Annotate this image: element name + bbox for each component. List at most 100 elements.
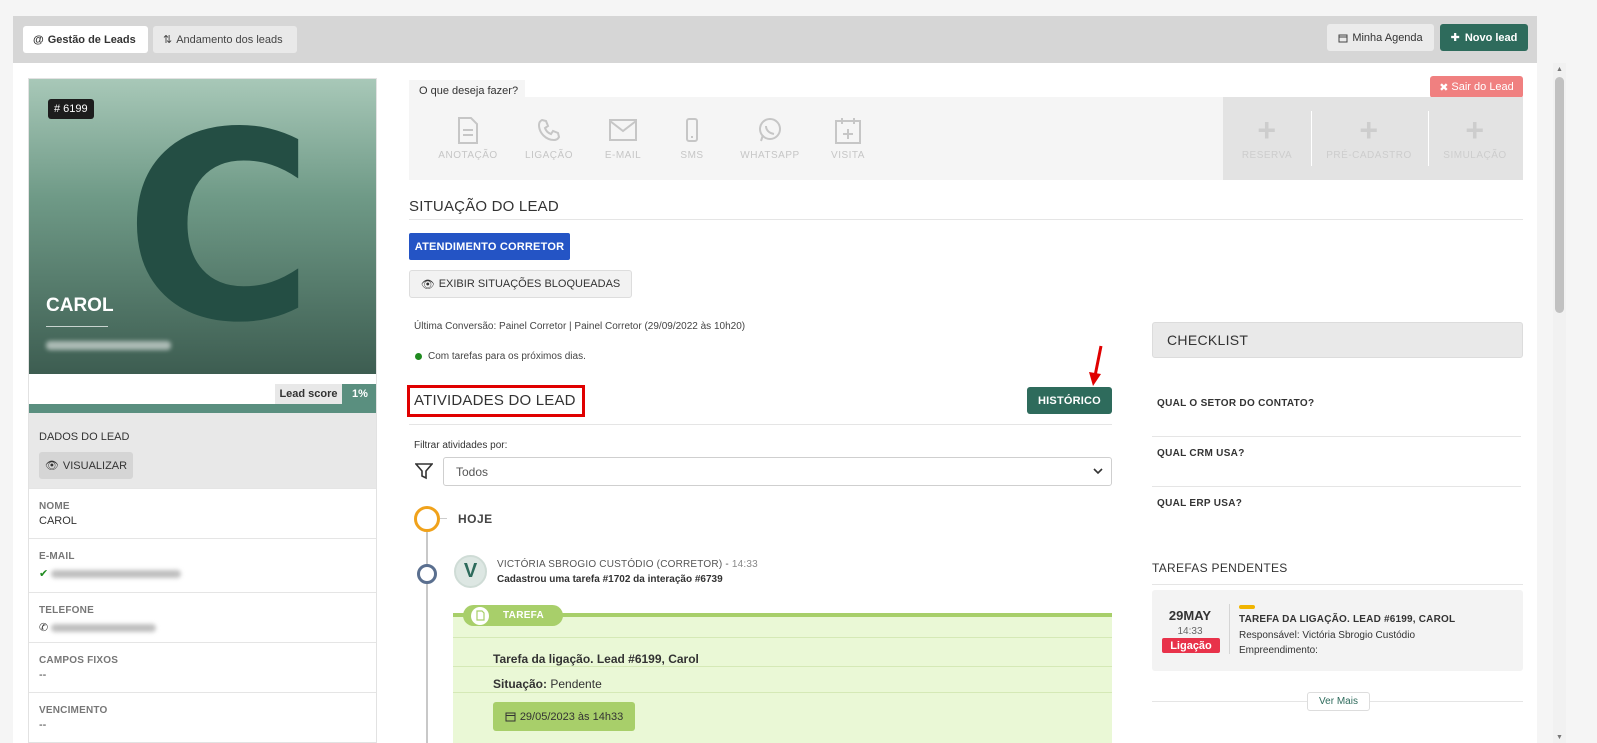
- tab-andamento-dos-leads[interactable]: ⇅ Andamento dos leads: [153, 26, 297, 53]
- plus-icon: +: [1257, 112, 1277, 148]
- lead-score-bar: [29, 404, 376, 413]
- minha-agenda-button[interactable]: Minha Agenda: [1327, 24, 1434, 51]
- field-telefone: TELEFONE ✆: [29, 592, 376, 642]
- action-ligacao[interactable]: LIGAÇÃO: [521, 115, 577, 161]
- blurred-email-value: [51, 570, 182, 579]
- scroll-down-icon[interactable]: ▼: [1553, 731, 1566, 743]
- task-pill: TAREFA: [463, 605, 563, 626]
- pending-task-badge: Ligação: [1162, 638, 1220, 653]
- status-dot-icon: [415, 353, 422, 360]
- scroll-thumb[interactable]: [1555, 77, 1564, 313]
- action-sms[interactable]: SMS: [672, 115, 712, 161]
- main-frame: @ Gestão de Leads ⇅ Andamento dos leads …: [13, 16, 1537, 743]
- avatar: V: [454, 555, 487, 588]
- eye-icon: 👁: [44, 460, 59, 472]
- top-bar: @ Gestão de Leads ⇅ Andamento dos leads …: [13, 16, 1537, 63]
- eye-icon: 👁: [420, 278, 435, 291]
- exibir-situacoes-bloqueadas-button[interactable]: 👁 EXIBIR SITUAÇÕES BLOQUEADAS: [409, 270, 632, 298]
- task-situacao: Situação: Pendente: [493, 677, 602, 691]
- dados-do-lead-section: DADOS DO LEAD 👁 VISUALIZAR: [29, 413, 376, 488]
- actions-right-panel: + RESERVA + PRÉ-CADASTRO + SIMULAÇÃO: [1223, 97, 1523, 180]
- checklist-question[interactable]: QUAL ERP USA?: [1157, 498, 1242, 509]
- sair-do-lead-button[interactable]: ✖ Sair do Lead: [1430, 76, 1523, 98]
- phone-icon: ✆: [39, 622, 49, 634]
- action-prompt-tab: O que deseja fazer?: [409, 80, 525, 102]
- checklist-header: CHECKLIST: [1152, 322, 1523, 358]
- pending-task-title: TAREFA DA LIGAÇÃO. LEAD #6199, CAROL: [1239, 614, 1456, 625]
- checklist-question[interactable]: QUAL CRM USA?: [1157, 448, 1245, 459]
- pending-task-day: 29MAY: [1168, 608, 1212, 623]
- pending-task-responsavel: Responsável: Victória Sbrogio Custódio: [1239, 630, 1416, 641]
- action-whatsapp[interactable]: WHATSAPP: [737, 115, 803, 161]
- lead-initial: C: [124, 78, 315, 380]
- tasks-status: Com tarefas para os próximos dias.: [415, 351, 586, 362]
- last-conversion: Última Conversão: Painel Corretor | Pain…: [414, 321, 746, 332]
- today-label: HOJE: [458, 512, 493, 526]
- scrollbar[interactable]: ▲ ▼: [1553, 63, 1566, 743]
- calendar-plus-icon: [835, 117, 861, 144]
- field-campos-fixos: CAMPOS FIXOS --: [29, 642, 376, 692]
- chevron-down-icon: [1093, 468, 1103, 475]
- plus-icon: +: [1359, 112, 1379, 148]
- note-icon: [458, 116, 478, 144]
- pending-task-card[interactable]: 29MAY 14:33 Ligação TAREFA DA LIGAÇÃO. L…: [1152, 590, 1523, 671]
- visualizar-button[interactable]: 👁 VISUALIZAR: [39, 452, 133, 479]
- calendar-icon: [505, 712, 516, 722]
- tarefas-pendentes-title: TAREFAS PENDENTES: [1152, 561, 1288, 575]
- dados-title: DADOS DO LEAD: [39, 431, 130, 443]
- lead-hero: # 6199 C CAROL: [29, 78, 376, 380]
- pending-task-empreendimento: Empreendimento:: [1239, 645, 1318, 656]
- blurred-email: [46, 341, 171, 350]
- phone-icon: [537, 118, 561, 142]
- actions-panel: ANOTAÇÃO LIGAÇÃO E-MAIL SMS WHATSAPP VIS…: [409, 97, 1223, 180]
- plus-icon: +: [1465, 112, 1485, 148]
- activity-author: VICTÓRIA SBROGIO CUSTÓDIO (CORRETOR) - 1…: [497, 559, 758, 570]
- lead-score-value: 1%: [342, 384, 376, 404]
- activity-description: Cadastrou uma tarefa #1702 da interação …: [497, 574, 723, 585]
- whatsapp-icon: [759, 118, 781, 142]
- ver-mais-button[interactable]: Ver Mais: [1307, 692, 1370, 711]
- action-anotacao[interactable]: ANOTAÇÃO: [435, 115, 501, 161]
- checklist-question[interactable]: QUAL O SETOR DO CONTATO?: [1157, 398, 1314, 409]
- blurred-phone-value: [51, 624, 157, 633]
- close-icon: ✖: [1439, 81, 1449, 94]
- action-simulacao[interactable]: + SIMULAÇÃO: [1439, 112, 1511, 161]
- pending-task-hour: 14:33: [1177, 626, 1203, 637]
- filter-label: Filtrar atividades por:: [414, 440, 508, 451]
- action-pre-cadastro[interactable]: + PRÉ-CADASTRO: [1323, 112, 1415, 161]
- field-email: E-MAIL ✔: [29, 538, 376, 592]
- document-icon: [471, 606, 489, 625]
- task-date: 29/05/2023 às 14h33: [493, 702, 635, 731]
- filter-icon: [415, 463, 433, 480]
- filter-select[interactable]: Todos: [443, 457, 1112, 486]
- action-email[interactable]: E-MAIL: [599, 115, 647, 161]
- check-icon: ✔: [39, 568, 49, 580]
- envelope-icon: [609, 119, 637, 141]
- sort-icon: ⇅: [163, 34, 173, 46]
- field-nome: NOME CAROL: [29, 488, 376, 538]
- red-arrow-icon: [1089, 345, 1103, 386]
- novo-lead-button[interactable]: ✚ Novo lead: [1440, 24, 1528, 51]
- field-vencimento: VENCIMENTO --: [29, 692, 376, 742]
- plus-icon: ✚: [1450, 32, 1460, 44]
- at-icon: @: [33, 33, 44, 46]
- mobile-icon: [686, 118, 698, 142]
- atividades-title: ATIVIDADES DO LEAD: [414, 392, 576, 409]
- name-divider: [46, 326, 108, 327]
- action-reserva[interactable]: + RESERVA: [1239, 112, 1295, 161]
- lead-score-row: Lead score 1%: [29, 382, 376, 404]
- lead-score-label: Lead score: [275, 384, 342, 404]
- lead-card: # 6199 C CAROL Lead score 1% DADOS DO LE…: [28, 78, 377, 743]
- calendar-icon: [1338, 34, 1348, 42]
- atendimento-corretor-button[interactable]: ATENDIMENTO CORRETOR: [409, 233, 570, 260]
- today-marker: [414, 506, 440, 532]
- priority-bar: [1239, 605, 1255, 609]
- scroll-up-icon[interactable]: ▲: [1553, 63, 1566, 75]
- activity-marker: [417, 564, 437, 584]
- lead-name: CAROL: [46, 295, 114, 316]
- action-visita[interactable]: VISITA: [825, 115, 871, 161]
- task-card: TAREFA Tarefa da ligação. Lead #6199, Ca…: [453, 605, 1112, 743]
- tab-gestao-de-leads[interactable]: @ Gestão de Leads: [23, 26, 148, 53]
- historico-button[interactable]: HISTÓRICO: [1027, 387, 1112, 414]
- task-title: Tarefa da ligação. Lead #6199, Carol: [493, 652, 699, 666]
